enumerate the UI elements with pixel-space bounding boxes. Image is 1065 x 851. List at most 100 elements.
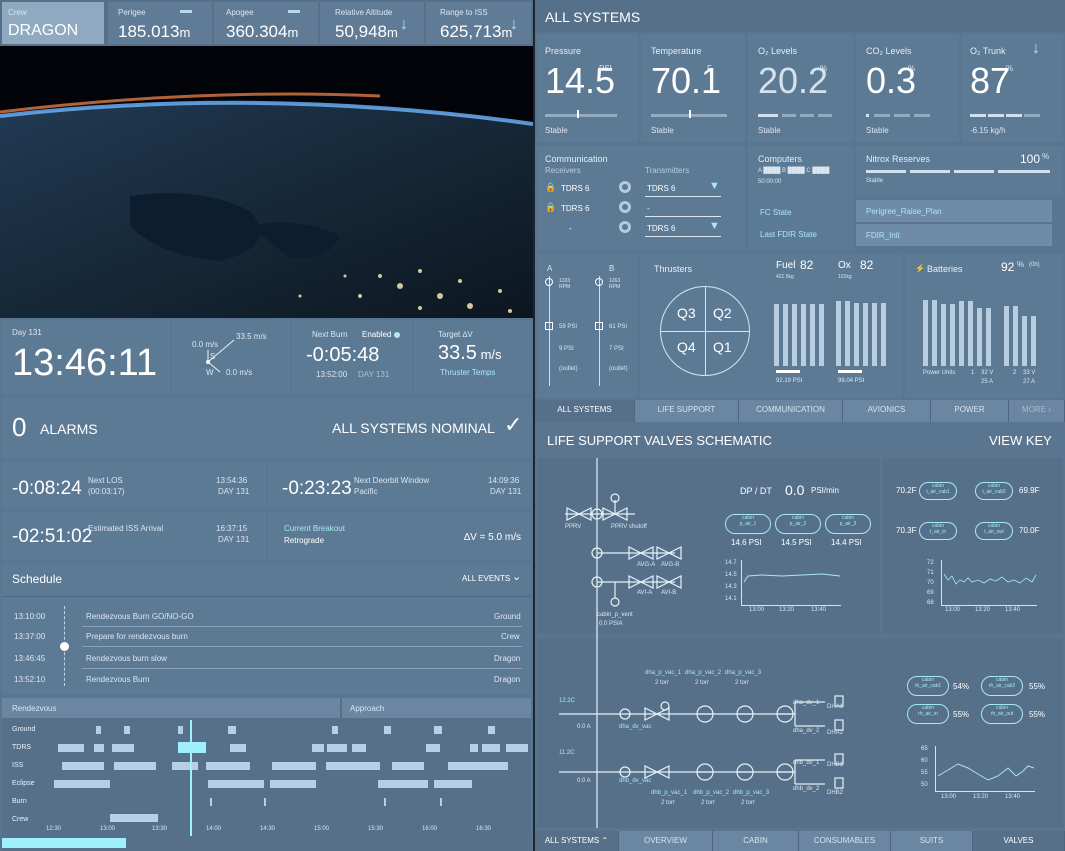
next-burn-panel[interactable]: Next Burn Enabled -0:05:48 13:52:00 DAY …: [292, 320, 412, 394]
thrusters-panel[interactable]: Thrusters Q3 Q2 Q4 Q1 Fuel 82 421.5kg Ox…: [640, 254, 902, 398]
timeline-bar[interactable]: [208, 780, 264, 788]
signal-icon[interactable]: ▼: [709, 180, 720, 192]
timeline-bar[interactable]: [54, 780, 110, 788]
nitrox-panel[interactable]: Nitrox Reserves 100 % Stable: [856, 146, 1063, 196]
schedule-item[interactable]: 13:46:45 Rendezvous burn slow Dragon: [2, 652, 531, 672]
cabin-p-air1-pill[interactable]: cabin p_air_1: [725, 514, 771, 534]
phase-label: Rendezvous: [12, 704, 57, 713]
timeline-bar[interactable]: [178, 726, 183, 734]
timeline-bar[interactable]: [352, 744, 366, 752]
tab-all-systems[interactable]: ALL SYSTEMS: [535, 400, 635, 422]
timeline-bar[interactable]: [58, 744, 84, 752]
timeline-bar[interactable]: [326, 762, 380, 770]
transmitter-value: -: [647, 204, 650, 213]
timeline-bar[interactable]: [506, 744, 528, 752]
timeline-bar[interactable]: [426, 744, 440, 752]
timeline-bar[interactable]: [264, 798, 266, 806]
gauge-o2[interactable]: O₂ Levels 20.2 % Stable: [748, 34, 853, 142]
timeline-bar[interactable]: [114, 762, 156, 770]
receiver-toggle[interactable]: [619, 201, 631, 213]
schedule-item[interactable]: 13:52:10 Rendezvous Burn Dragon: [2, 673, 531, 693]
gauge-o2-trunk[interactable]: O₂ Trunk ↓ 87 % -6.15 kg/h: [962, 34, 1063, 142]
tab-bottom-all-systems[interactable]: ALL SYSTEMS ⌃: [535, 831, 619, 851]
timeline-bar[interactable]: [206, 762, 250, 770]
timeline-bar-active[interactable]: [178, 742, 206, 753]
target-dv-panel[interactable]: Target ∆V 33.5 m/s Thruster Temps: [414, 320, 531, 394]
signal-icon[interactable]: ▼: [709, 220, 720, 232]
timeline-bar[interactable]: [110, 814, 158, 822]
receiver-toggle[interactable]: [619, 181, 631, 193]
timeline-bar[interactable]: [434, 726, 442, 734]
timeline-bar[interactable]: [124, 726, 130, 734]
gauge-temperature[interactable]: Temperature 70.1 F Stable: [641, 34, 745, 142]
timeline-bar[interactable]: [384, 798, 386, 806]
chevron-down-icon[interactable]: ⌄: [512, 570, 521, 583]
gauge-label: CO₂ Levels: [866, 46, 912, 56]
timeline-bar[interactable]: [384, 726, 391, 734]
gauge-pressure[interactable]: Pressure 14.5 PSI Stable: [537, 34, 638, 142]
tab-valves[interactable]: VALVES: [973, 831, 1065, 851]
event-los[interactable]: -0:08:24 Next LOS (00:03:17) 13:54:36 DA…: [2, 462, 266, 508]
phase-approach[interactable]: Approach: [342, 698, 531, 718]
thruster-temps-link[interactable]: Thruster Temps: [440, 368, 495, 377]
timeline-bar[interactable]: [62, 762, 104, 770]
humidity-pill[interactable]: cabin rh_air_out: [981, 704, 1023, 724]
humidity-pill[interactable]: cabin rh_air_in: [907, 704, 949, 724]
schedule-item[interactable]: 13:37:00 Prepare for rendezvous burn Cre…: [2, 630, 531, 650]
view-key-button[interactable]: VIEW KEY: [989, 433, 1052, 448]
timeline-bar[interactable]: [440, 798, 442, 806]
timeline-scrollbar[interactable]: [2, 838, 126, 848]
tab-cabin[interactable]: CABIN: [713, 831, 799, 851]
timeline-bar[interactable]: [488, 726, 495, 734]
timeline-bar[interactable]: [392, 762, 424, 770]
fc-state-value[interactable]: Perigree_Raise_Plan: [856, 200, 1052, 222]
timeline-bar[interactable]: [482, 744, 500, 752]
phase-rendezvous[interactable]: Rendezvous: [2, 698, 340, 718]
batteries-panel[interactable]: ⚡ Batteries 92 % (0h) Power Units 1 32 V…: [905, 254, 1063, 398]
tab-consumables[interactable]: CONSUMABLES: [799, 831, 891, 851]
timeline-bar[interactable]: [434, 780, 472, 788]
tab-avionics[interactable]: AVIONICS: [843, 400, 931, 422]
alarms-bar[interactable]: 0 ALARMS ALL SYSTEMS NOMINAL ✓: [2, 398, 531, 458]
cabin-p-air2-pill[interactable]: cabin p_air_2: [775, 514, 821, 534]
timeline-bar[interactable]: [470, 744, 478, 752]
gauge-co2[interactable]: CO₂ Levels 0.3 % Stable: [856, 34, 959, 142]
tab-overview[interactable]: OVERVIEW: [619, 831, 713, 851]
timeline-bar[interactable]: [172, 762, 198, 770]
fuel-psi: 92.19 PSI: [776, 378, 803, 384]
event-deorbit[interactable]: -0:23:23 Next Deorbit Window Pacific 14:…: [268, 462, 531, 508]
cabin-p-air3-pill[interactable]: cabin p_air_3: [825, 514, 871, 534]
timeline-bar[interactable]: [96, 726, 101, 734]
humidity-pill[interactable]: cabin rh_air_cab2: [981, 676, 1023, 696]
timeline-bar[interactable]: [448, 762, 508, 770]
receiver-toggle[interactable]: [619, 221, 631, 233]
timeline-bar[interactable]: [230, 744, 246, 752]
timeline-row-label: TDRS: [12, 744, 32, 751]
temp-pill[interactable]: cabin t_air_cab1: [919, 482, 957, 500]
temp-pill[interactable]: cabin t_air_cab2: [975, 482, 1013, 500]
timeline-bar[interactable]: [228, 726, 236, 734]
temp-pill[interactable]: cabin t_air_in: [919, 522, 957, 540]
timeline-bar[interactable]: [270, 780, 316, 788]
timeline-bar[interactable]: [210, 798, 212, 806]
crew-box[interactable]: Crew DRAGON: [2, 2, 104, 44]
timeline-bar[interactable]: [94, 744, 104, 752]
humidity-pill[interactable]: cabin rh_air_cab1: [907, 676, 949, 696]
fdir-value[interactable]: FDIR_Init: [856, 224, 1052, 246]
timeline-bar[interactable]: [112, 744, 134, 752]
timeline-bar[interactable]: [272, 762, 316, 770]
tab-life-support[interactable]: LIFE SUPPORT: [635, 400, 739, 422]
tab-power[interactable]: POWER: [931, 400, 1009, 422]
schedule-item[interactable]: 13:10:00 Rendezvous Burn GO/NO-GO Ground: [2, 610, 531, 630]
timeline-bar[interactable]: [378, 780, 428, 788]
timeline-bar[interactable]: [327, 744, 347, 752]
timeline-bar[interactable]: [312, 744, 324, 752]
current-breakout-panel[interactable]: Current Breakout Retrograde ∆V = 5.0 m/s: [268, 512, 531, 560]
temp-pill[interactable]: cabin t_air_out: [975, 522, 1013, 540]
all-events-dropdown[interactable]: ALL EVENTS: [462, 574, 510, 583]
event-iss-arrival[interactable]: -02:51:02 Estimated ISS Arrival 16:37:15…: [2, 512, 266, 560]
tab-communication[interactable]: COMMUNICATION: [739, 400, 843, 422]
tab-suits[interactable]: SUITS: [891, 831, 973, 851]
timeline-bar[interactable]: [332, 726, 338, 734]
tab-more[interactable]: MORE ›: [1009, 400, 1065, 422]
